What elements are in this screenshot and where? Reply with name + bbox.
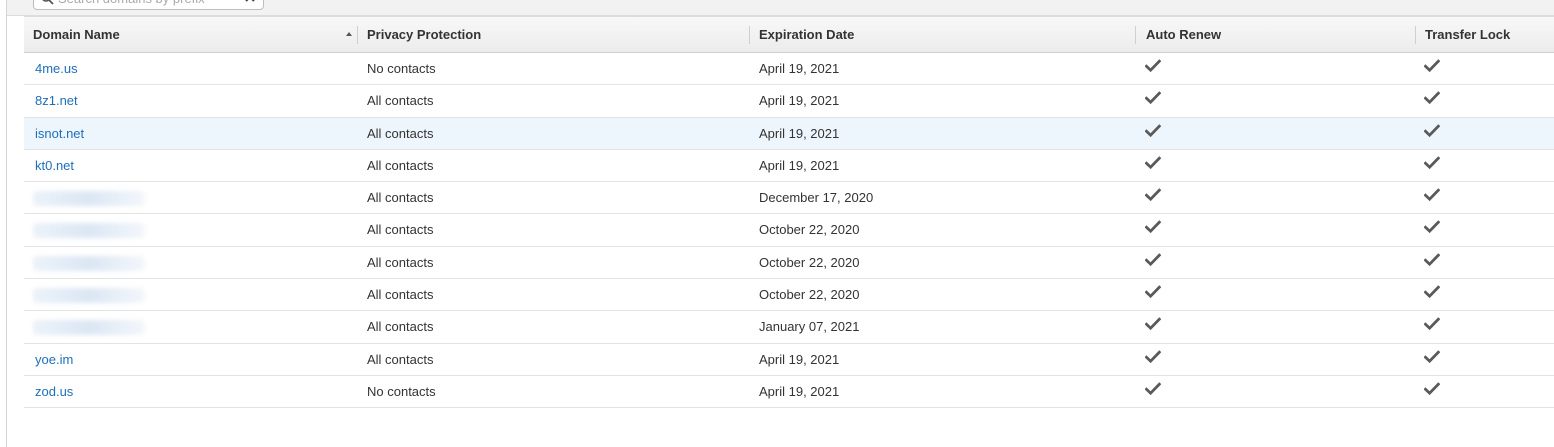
auto-renew-checkmark-icon [1144,220,1162,234]
domain-link[interactable]: 8z1.net [24,85,78,117]
search-box[interactable] [33,0,264,10]
column-header-label: Privacy Protection [367,27,482,42]
table-row[interactable]: All contacts January 07, 2021 [24,311,1554,344]
transfer-lock-checkmark-icon [1423,156,1441,170]
transfer-lock-checkmark-icon [1423,188,1441,202]
column-header-label: Transfer Lock [1425,27,1511,42]
privacy-protection-cell: All contacts [367,287,434,303]
privacy-protection-cell: All contacts [367,190,434,206]
domain-link[interactable]: isnot.net [24,118,84,150]
column-header-expiration-date[interactable]: Expiration Date [750,17,1136,53]
redacted-domain-link[interactable] [33,288,145,304]
redacted-domain-link[interactable] [33,255,145,271]
column-header-auto-renew[interactable]: Auto Renew [1137,17,1416,53]
expiration-date-cell: April 19, 2021 [759,93,840,109]
expiration-date-cell: January 07, 2021 [759,319,860,335]
transfer-lock-checkmark-icon [1423,59,1441,73]
table-row[interactable]: All contacts October 22, 2020 [24,279,1554,312]
redacted-domain-link[interactable] [33,191,145,207]
transfer-lock-checkmark-icon [1423,349,1441,364]
domain-link[interactable]: zod.us [24,376,73,408]
auto-renew-checkmark-icon [1144,59,1162,73]
domain-link[interactable]: yoe.im [24,344,73,376]
expiration-date-cell: April 19, 2021 [759,383,840,399]
auto-renew-checkmark-icon [1144,253,1162,267]
column-resize-handle[interactable] [1135,26,1136,44]
expiration-date-cell: April 19, 2021 [759,157,840,173]
pager-next-icon[interactable] [1498,0,1506,2]
auto-renew-checkmark-icon [1144,156,1162,170]
table-row[interactable]: 8z1.net All contacts April 19, 2021 [24,85,1554,118]
column-header-privacy-protection[interactable]: Privacy Protection [358,17,750,53]
table-row[interactable]: All contacts December 17, 2020 [24,182,1554,215]
page-left-border [6,0,7,447]
domain-link[interactable]: kt0.net [24,150,74,182]
column-header-label: Domain Name [33,27,120,42]
transfer-lock-checkmark-icon [1423,123,1441,138]
pager-prev-icon[interactable] [1462,0,1470,2]
auto-renew-checkmark-icon [1144,382,1162,396]
privacy-protection-cell: All contacts [367,93,434,109]
auto-renew-checkmark-icon [1144,349,1162,364]
expiration-date-cell: April 19, 2021 [759,351,840,367]
auto-renew-checkmark-icon [1144,123,1162,138]
transfer-lock-checkmark-icon [1423,253,1441,267]
table-row[interactable]: All contacts October 22, 2020 [24,247,1554,280]
column-header-domain-name[interactable]: Domain Name [24,17,358,53]
privacy-protection-cell: No contacts [367,383,436,399]
transfer-lock-checkmark-icon [1423,91,1441,105]
search-icon [42,0,54,5]
transfer-lock-checkmark-icon [1423,220,1441,234]
table-row[interactable]: yoe.im All contacts April 19, 2021 [24,344,1554,376]
toolbar [7,0,1554,16]
privacy-protection-cell: All contacts [367,157,434,173]
auto-renew-checkmark-icon [1144,285,1162,299]
table-body: 4me.us No contacts April 19, 2021 8z1.net Al… [24,53,1554,409]
privacy-protection-cell: No contacts [367,61,436,76]
privacy-protection-cell: All contacts [367,319,434,335]
transfer-lock-checkmark-icon [1423,285,1441,299]
privacy-protection-cell: All contacts [367,222,434,238]
table-row[interactable]: zod.us No contacts April 19, 2021 [24,376,1554,409]
expiration-date-cell: October 22, 2020 [759,254,860,270]
auto-renew-checkmark-icon [1144,91,1162,105]
pagination-controls[interactable] [1420,0,1540,6]
expiration-date-cell: April 19, 2021 [759,61,840,76]
redacted-domain-link[interactable] [33,320,145,336]
privacy-protection-cell: All contacts [367,125,434,141]
column-header-label: Auto Renew [1146,27,1222,42]
domain-link[interactable]: 4me.us [24,53,78,85]
expiration-date-cell: October 22, 2020 [759,287,860,303]
auto-renew-checkmark-icon [1144,188,1162,202]
close-icon[interactable] [243,0,257,4]
table-header: Domain Name Privacy Protection Expiratio… [24,16,1554,53]
privacy-protection-cell: All contacts [367,351,434,367]
expiration-date-cell: October 22, 2020 [759,222,860,238]
sort-ascending-icon [346,32,352,36]
expiration-date-cell: December 17, 2020 [759,190,874,206]
expiration-date-cell: April 19, 2021 [759,125,840,141]
search-input[interactable] [58,0,238,6]
transfer-lock-checkmark-icon [1423,382,1441,396]
pager-first-icon[interactable] [1430,0,1438,2]
redacted-domain-link[interactable] [33,223,145,239]
table-row[interactable]: isnot.net All contacts April 19, 2021 [24,117,1554,150]
transfer-lock-checkmark-icon [1423,317,1441,331]
pager-last-icon[interactable] [1524,0,1532,2]
table-row[interactable]: All contacts October 22, 2020 [24,214,1554,247]
privacy-protection-cell: All contacts [367,254,434,270]
auto-renew-checkmark-icon [1144,317,1162,331]
table-row[interactable]: kt0.net All contacts April 19, 2021 [24,150,1554,183]
column-header-label: Expiration Date [759,27,855,42]
table-row[interactable]: 4me.us No contacts April 19, 2021 [24,53,1554,86]
domains-table: Domain Name Privacy Protection Expiratio… [24,16,1554,409]
column-header-transfer-lock[interactable]: Transfer Lock [1416,17,1554,53]
